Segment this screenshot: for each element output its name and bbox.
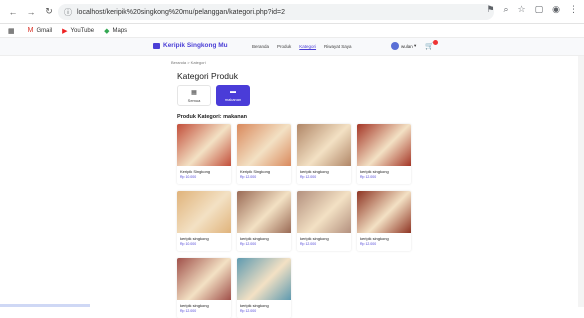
product-price: Rp 12.000 [237, 309, 291, 313]
gmail-icon: M [28, 27, 34, 34]
store-logo-icon [153, 43, 160, 49]
cart-icon[interactable]: 🛒 [425, 42, 434, 50]
forward-icon[interactable]: → [24, 5, 38, 19]
nav-link-riwayat[interactable]: Riwayat Saya [324, 44, 352, 49]
product-price: Rp 12.000 [357, 175, 411, 179]
product-price: Rp 12.000 [237, 175, 291, 179]
address-bar[interactable]: ⓘ localhost/keripik%20singkong%20mu/pela… [58, 4, 494, 20]
brand-link[interactable]: Keripik Singkong Mu [153, 42, 228, 49]
product-grid: Keripik SingkongRp 10.000Keripik Singkon… [177, 124, 411, 318]
product-name: keripik singkong [177, 300, 231, 309]
category-semua-button[interactable]: ▦ Semua [177, 85, 211, 106]
product-price: Rp 10.000 [177, 242, 231, 246]
product-card[interactable]: keripik singkongRp 12.000 [357, 191, 411, 251]
page-scrollbar[interactable] [578, 56, 584, 307]
site-navbar: Keripik Singkong Mu Beranda Produk Kateg… [0, 38, 584, 56]
profile-icon[interactable]: ◉ [552, 4, 560, 15]
page-title: Kategori Produk [177, 71, 238, 81]
bookmarks-bar: ▦ MGmail ▶YouTube ◆Maps [0, 24, 584, 38]
product-card[interactable]: keripik singkongRp 12.000 [177, 258, 231, 318]
cart-badge [433, 40, 438, 45]
menu-icon[interactable]: ⋮ [569, 4, 578, 15]
bookmark-maps[interactable]: ◆Maps [104, 27, 127, 35]
category-makanan-button[interactable]: ▬ makanan [216, 85, 250, 106]
translate-icon[interactable]: ⚑ [486, 4, 494, 15]
product-card[interactable]: keripik singkongRp 12.000 [237, 191, 291, 251]
product-name: keripik singkong [357, 233, 411, 242]
browser-toolbar: ← → ↻ ⓘ localhost/keripik%20singkong%20m… [0, 0, 584, 24]
product-card[interactable]: keripik singkongRp 10.000 [177, 191, 231, 251]
product-image[interactable] [177, 124, 231, 166]
reload-icon[interactable]: ↻ [42, 5, 56, 19]
chevron-down-icon: ▾ [413, 43, 417, 49]
apps-icon[interactable]: ▦ [8, 27, 18, 35]
maps-icon: ◆ [104, 27, 109, 35]
avatar [391, 42, 399, 50]
product-name: keripik singkong [177, 233, 231, 242]
product-name: keripik singkong [357, 166, 411, 175]
product-image[interactable] [177, 258, 231, 300]
product-image[interactable] [237, 124, 291, 166]
product-card[interactable]: Keripik SingkongRp 12.000 [237, 124, 291, 184]
category-filters: ▦ Semua ▬ makanan [177, 85, 250, 106]
product-price: Rp 12.000 [177, 309, 231, 313]
bookmark-youtube[interactable]: ▶YouTube [62, 27, 94, 35]
product-card[interactable]: keripik singkongRp 12.000 [297, 124, 351, 184]
product-image[interactable] [357, 124, 411, 166]
product-name: keripik singkong [297, 233, 351, 242]
product-name: Keripik Singkong [177, 166, 231, 175]
breadcrumb: Beranda > Kategori [171, 60, 206, 65]
product-image[interactable] [237, 258, 291, 300]
folder-icon: ▬ [230, 89, 236, 95]
product-price: Rp 10.000 [177, 175, 231, 179]
product-name: Keripik Singkong [237, 166, 291, 175]
product-card[interactable]: keripik singkongRp 12.000 [297, 191, 351, 251]
product-price: Rp 12.000 [357, 242, 411, 246]
product-name: keripik singkong [237, 300, 291, 309]
youtube-icon: ▶ [62, 27, 67, 35]
site-info-icon[interactable]: ⓘ [64, 7, 72, 18]
bookmark-star-icon[interactable]: ☆ [518, 4, 526, 15]
back-icon[interactable]: ← [6, 5, 20, 19]
nav-link-kategori[interactable]: Kategori [299, 44, 316, 49]
product-image[interactable] [177, 191, 231, 233]
section-title: Produk Kategori: makanan [177, 114, 247, 120]
product-card[interactable]: Keripik SingkongRp 10.000 [177, 124, 231, 184]
nav-link-produk[interactable]: Produk [277, 44, 291, 49]
url-text: localhost/keripik%20singkong%20mu/pelang… [77, 9, 285, 16]
product-name: keripik singkong [237, 233, 291, 242]
nav-link-beranda[interactable]: Beranda [252, 44, 269, 49]
product-price: Rp 12.000 [297, 175, 351, 179]
product-image[interactable] [297, 124, 351, 166]
product-image[interactable] [237, 191, 291, 233]
user-menu[interactable]: wulan ▾ [391, 42, 416, 50]
extensions-icon[interactable]: ▢ [535, 4, 544, 15]
zoom-icon[interactable]: ⌕ [504, 4, 509, 15]
product-card[interactable]: keripik singkongRp 12.000 [357, 124, 411, 184]
product-price: Rp 12.000 [237, 242, 291, 246]
product-image[interactable] [297, 191, 351, 233]
bookmark-gmail[interactable]: MGmail [28, 27, 53, 34]
product-name: keripik singkong [297, 166, 351, 175]
product-card[interactable]: keripik singkongRp 12.000 [237, 258, 291, 318]
product-image[interactable] [357, 191, 411, 233]
grid-icon: ▦ [191, 89, 197, 96]
product-price: Rp 12.000 [297, 242, 351, 246]
